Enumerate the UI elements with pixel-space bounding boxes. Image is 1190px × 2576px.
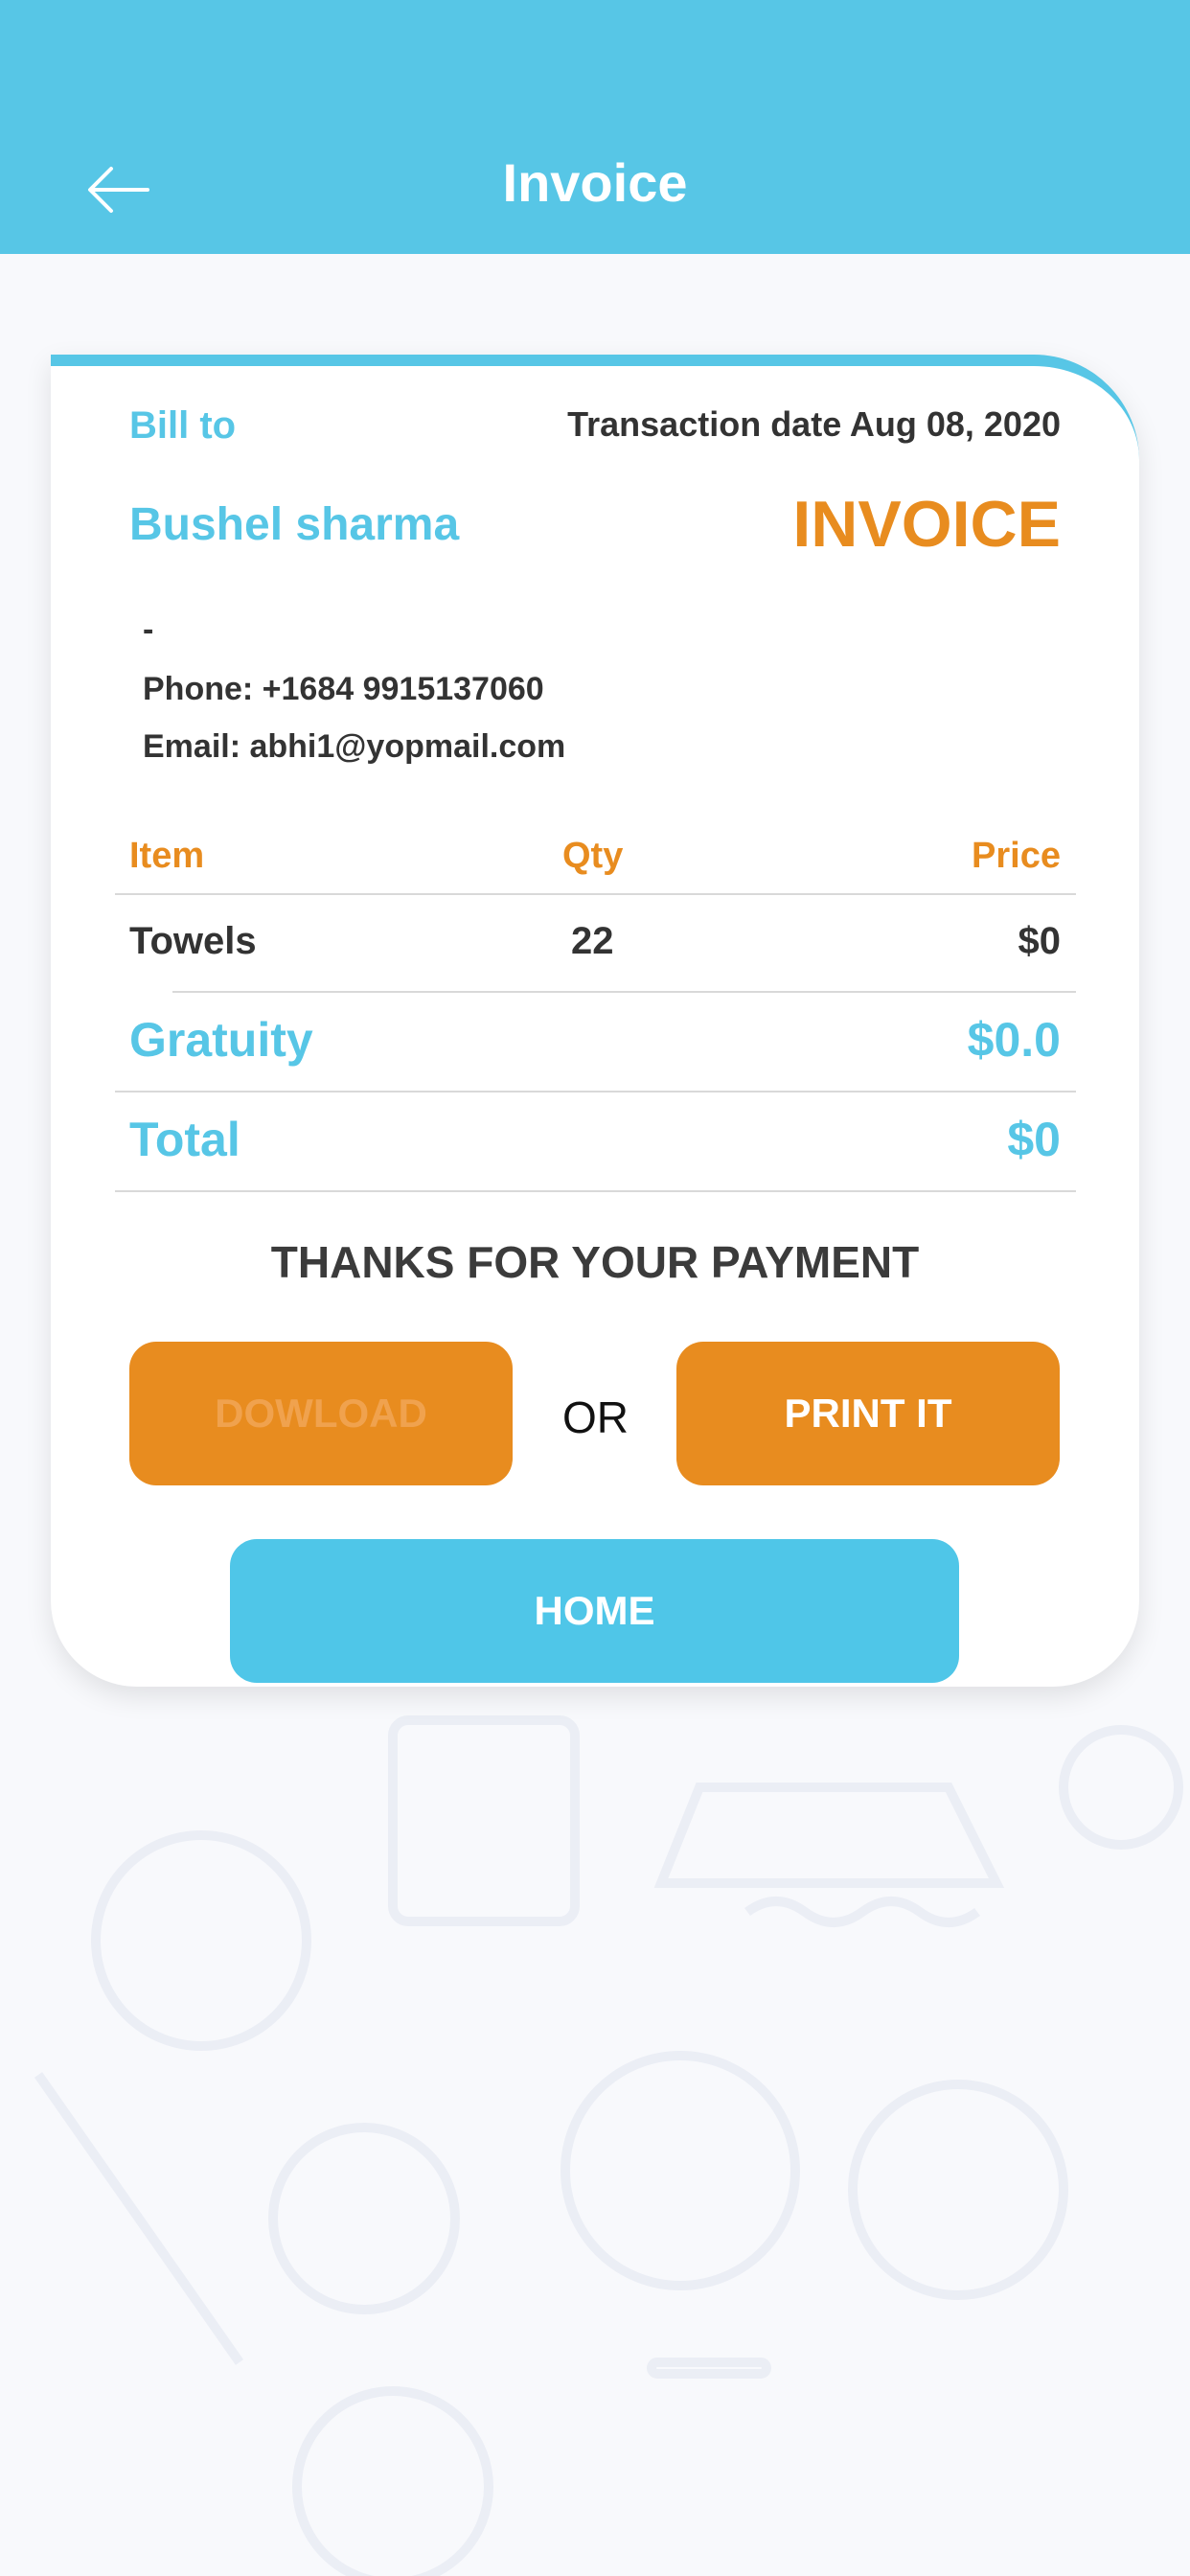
total-value: $0 [1007, 1113, 1061, 1166]
or-separator: OR [562, 1392, 629, 1442]
bill-to-label: Bill to [129, 404, 237, 447]
total-label: Total [129, 1113, 240, 1166]
transaction-date: Transaction date Aug 08, 2020 [567, 404, 1061, 444]
column-header-price: Price [972, 836, 1061, 876]
invoice-card: Bill to Transaction date Aug 08, 2020 Bu… [51, 355, 1139, 1687]
print-button[interactable]: PRINT IT [676, 1342, 1060, 1485]
gratuity-value: $0.0 [967, 1013, 1061, 1067]
customer-address: - [143, 611, 154, 648]
divider [115, 1091, 1076, 1092]
row-item-qty: 22 [571, 920, 614, 962]
row-item-name: Towels [129, 920, 257, 962]
customer-name: Bushel sharma [129, 499, 460, 550]
customer-phone: Phone: +1684 9915137060 [143, 671, 544, 707]
thanks-message: THANKS FOR YOUR PAYMENT [270, 1237, 920, 1287]
row-item-price: $0 [1018, 920, 1062, 962]
download-button[interactable]: DOWLOAD [129, 1342, 513, 1485]
divider [115, 1190, 1076, 1192]
divider [115, 893, 1076, 895]
home-button[interactable]: HOME [230, 1539, 959, 1683]
divider [172, 991, 1076, 993]
customer-email: Email: abhi1@yopmail.com [143, 728, 566, 765]
column-header-item: Item [129, 836, 205, 876]
gratuity-label: Gratuity [129, 1013, 313, 1067]
app-header: Invoice [0, 0, 1190, 254]
invoice-heading: INVOICE [792, 488, 1061, 561]
page-title: Invoice [502, 152, 688, 213]
column-header-qty: Qty [562, 836, 624, 876]
